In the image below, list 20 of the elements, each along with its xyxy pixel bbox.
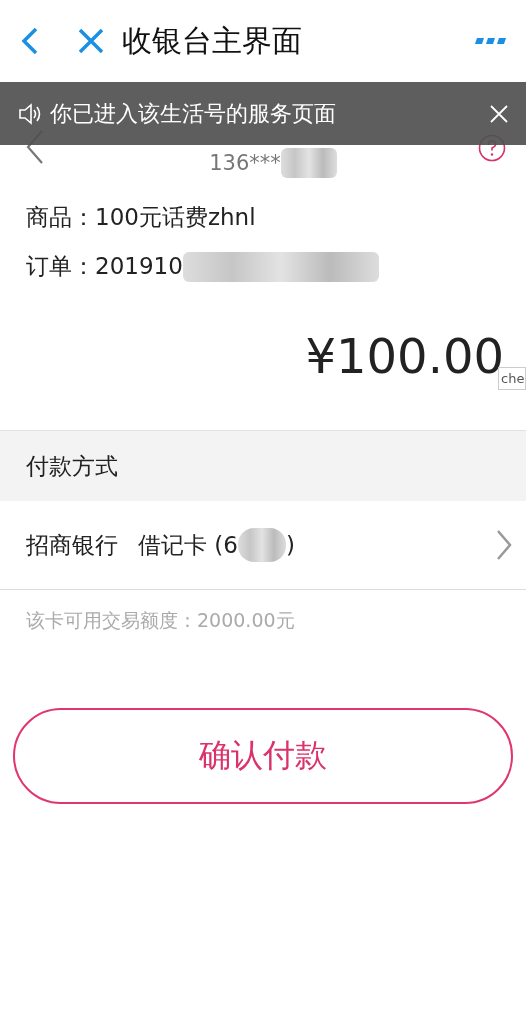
card-type: 借记卡 (6 <box>138 530 238 560</box>
window-title: 收银台主界面 <box>122 21 303 60</box>
speaker-icon <box>18 101 42 126</box>
product-text: 商品：100元话费zhnl <box>26 203 257 232</box>
blurred-area <box>237 528 286 562</box>
confirm-button[interactable]: 确认付款 <box>13 708 513 804</box>
section-title: 付款方式 <box>26 451 118 481</box>
blurred-area <box>280 148 337 178</box>
chevron-right-icon <box>496 529 512 561</box>
back-icon[interactable] <box>20 26 40 56</box>
order-number: 订单：201910 <box>26 252 183 281</box>
more-icon[interactable] <box>474 36 506 46</box>
toast-message: 你已进入该生活号的服务页面 <box>50 99 337 128</box>
payment-method-row[interactable]: 招商银行 借记卡 (6 ) <box>0 501 526 590</box>
bank-name: 招商银行 <box>26 530 118 560</box>
phone-number: 136*** <box>209 151 281 175</box>
close-icon[interactable] <box>78 28 104 54</box>
card-paren: ) <box>285 532 295 558</box>
tooltip: che <box>498 367 526 390</box>
limit-note: 该卡可用交易额度：2000.00元 <box>26 609 295 631</box>
